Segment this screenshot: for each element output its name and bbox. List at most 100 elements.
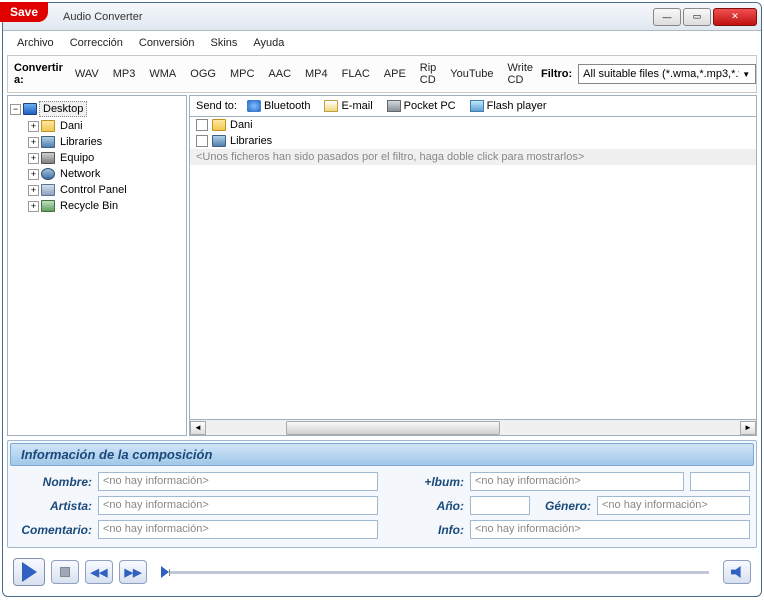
format-wav[interactable]: WAV xyxy=(69,65,105,83)
close-button[interactable]: ✕ xyxy=(713,8,757,26)
tree-label: Control Panel xyxy=(57,183,130,197)
folder-tree[interactable]: − Desktop + Dani + Libraries +Equipo + Netw… xyxy=(7,95,187,436)
field-artista[interactable]: <no hay información> xyxy=(98,496,378,515)
right-panel: Send to: Bluetooth E-mail Pocket PC Flas… xyxy=(189,95,757,436)
scroll-right-icon[interactable]: ► xyxy=(740,421,756,435)
format-writecd[interactable]: Write CD xyxy=(502,59,539,89)
format-wma[interactable]: WMA xyxy=(143,65,182,83)
field-comentario[interactable]: <no hay información> xyxy=(98,520,378,539)
sendto-label-email: E-mail xyxy=(341,100,372,112)
field-nombre[interactable]: <no hay información> xyxy=(98,472,378,491)
tree-node-dani[interactable]: + Dani xyxy=(28,118,184,134)
file-name: Dani xyxy=(230,119,253,131)
seek-bar[interactable] xyxy=(153,566,717,578)
controlpanel-icon xyxy=(41,184,55,196)
format-mp3[interactable]: MP3 xyxy=(107,65,142,83)
filter-dropdown[interactable]: All suitable files (*.wma,*.mp3,*.wav ▼ xyxy=(578,64,756,84)
volume-button[interactable] xyxy=(723,560,751,584)
scroll-track[interactable] xyxy=(206,421,740,435)
format-ape[interactable]: APE xyxy=(378,65,412,83)
file-row-dani[interactable]: Dani xyxy=(190,117,756,133)
sendto-bar: Send to: Bluetooth E-mail Pocket PC Flas… xyxy=(189,95,757,117)
format-ogg[interactable]: OGG xyxy=(184,65,222,83)
play-icon xyxy=(22,562,37,582)
field-info[interactable]: <no hay información> xyxy=(470,520,750,539)
scroll-thumb[interactable] xyxy=(286,421,500,435)
seek-track[interactable] xyxy=(169,571,709,574)
maximize-button[interactable]: ▭ xyxy=(683,8,711,26)
expand-icon[interactable]: + xyxy=(28,185,39,196)
tree-node-desktop[interactable]: − Desktop xyxy=(10,100,184,118)
tree-node-equipo[interactable]: +Equipo xyxy=(28,150,184,166)
format-flac[interactable]: FLAC xyxy=(336,65,376,83)
pocketpc-icon xyxy=(387,100,401,112)
sendto-pocketpc[interactable]: Pocket PC xyxy=(383,99,460,113)
seek-thumb-icon[interactable] xyxy=(161,566,169,578)
stop-button[interactable] xyxy=(51,560,79,584)
save-badge[interactable]: Save xyxy=(0,2,48,22)
flashplayer-icon xyxy=(470,100,484,112)
recyclebin-icon xyxy=(41,200,55,212)
file-row-libraries[interactable]: Libraries xyxy=(190,133,756,149)
format-mpc[interactable]: MPC xyxy=(224,65,260,83)
menu-conversion[interactable]: Conversión xyxy=(133,35,201,51)
sendto-label-bt: Bluetooth xyxy=(264,100,310,112)
menubar: Archivo Corrección Conversión Skins Ayud… xyxy=(3,31,761,55)
sendto-bluetooth[interactable]: Bluetooth xyxy=(243,99,314,113)
forward-button[interactable]: ▶▶ xyxy=(119,560,147,584)
rewind-button[interactable]: ◀◀ xyxy=(85,560,113,584)
menu-archivo[interactable]: Archivo xyxy=(11,35,60,51)
file-name: Libraries xyxy=(230,135,272,147)
folder-icon xyxy=(212,119,226,131)
menu-correccion[interactable]: Corrección xyxy=(64,35,129,51)
info-grid: Nombre: <no hay información> Artista: <no … xyxy=(10,466,754,545)
field-ano[interactable] xyxy=(470,496,530,515)
format-ripcd[interactable]: Rip CD xyxy=(414,59,443,89)
file-list[interactable]: Dani Libraries <Unos ficheros han sido p… xyxy=(189,117,757,420)
expand-icon[interactable]: + xyxy=(28,137,39,148)
tree-node-controlpanel[interactable]: + Control Panel xyxy=(28,182,184,198)
field-genero[interactable]: <no hay información> xyxy=(597,496,750,515)
tree-node-recyclebin[interactable]: +Recycle Bin xyxy=(28,198,184,214)
collapse-icon[interactable]: − xyxy=(10,104,21,115)
checkbox[interactable] xyxy=(196,119,208,131)
titlebar: Audio Converter — ▭ ✕ xyxy=(3,3,761,31)
email-icon xyxy=(324,100,338,112)
libraries-icon xyxy=(212,135,226,147)
sendto-email[interactable]: E-mail xyxy=(320,99,376,113)
menu-skins[interactable]: Skins xyxy=(205,35,244,51)
folder-icon xyxy=(41,120,55,132)
play-button[interactable] xyxy=(13,558,45,586)
format-mp4[interactable]: MP4 xyxy=(299,65,334,83)
menu-ayuda[interactable]: Ayuda xyxy=(247,35,290,51)
expand-icon[interactable]: + xyxy=(28,121,39,132)
field-album[interactable]: <no hay información> xyxy=(470,472,684,491)
minimize-button[interactable]: — xyxy=(653,8,681,26)
tree-label: Network xyxy=(57,167,103,181)
tree-node-libraries[interactable]: + Libraries xyxy=(28,134,184,150)
sendto-flashplayer[interactable]: Flash player xyxy=(466,99,551,113)
expand-icon[interactable]: + xyxy=(28,153,39,164)
format-aac[interactable]: AAC xyxy=(262,65,297,83)
filtered-message[interactable]: <Unos ficheros han sido pasados por el f… xyxy=(190,149,756,165)
app-window: Audio Converter — ▭ ✕ Archivo Corrección… xyxy=(2,2,762,597)
label-info: Info: xyxy=(386,523,464,537)
scroll-left-icon[interactable]: ◄ xyxy=(190,421,206,435)
expand-icon[interactable]: + xyxy=(28,201,39,212)
horizontal-scrollbar[interactable]: ◄ ► xyxy=(189,420,757,436)
label-nombre: Nombre: xyxy=(14,475,92,489)
expand-icon[interactable]: + xyxy=(28,169,39,180)
chevron-down-icon[interactable]: ▼ xyxy=(739,70,753,79)
tree-label: Libraries xyxy=(57,135,105,149)
tree-node-network[interactable]: + Network xyxy=(28,166,184,182)
field-album-extra[interactable] xyxy=(690,472,750,491)
convert-label: Convertir a: xyxy=(14,62,63,86)
filter-value: All suitable files (*.wma,*.mp3,*.wav xyxy=(583,68,739,80)
label-artista: Artista: xyxy=(14,499,92,513)
checkbox[interactable] xyxy=(196,135,208,147)
format-youtube[interactable]: YouTube xyxy=(444,65,499,83)
composition-info-panel: Información de la composición Nombre:<no… xyxy=(7,440,757,548)
tree-label: Dani xyxy=(57,119,86,133)
filter-label: Filtro: xyxy=(541,68,572,80)
window-title: Audio Converter xyxy=(63,11,143,23)
